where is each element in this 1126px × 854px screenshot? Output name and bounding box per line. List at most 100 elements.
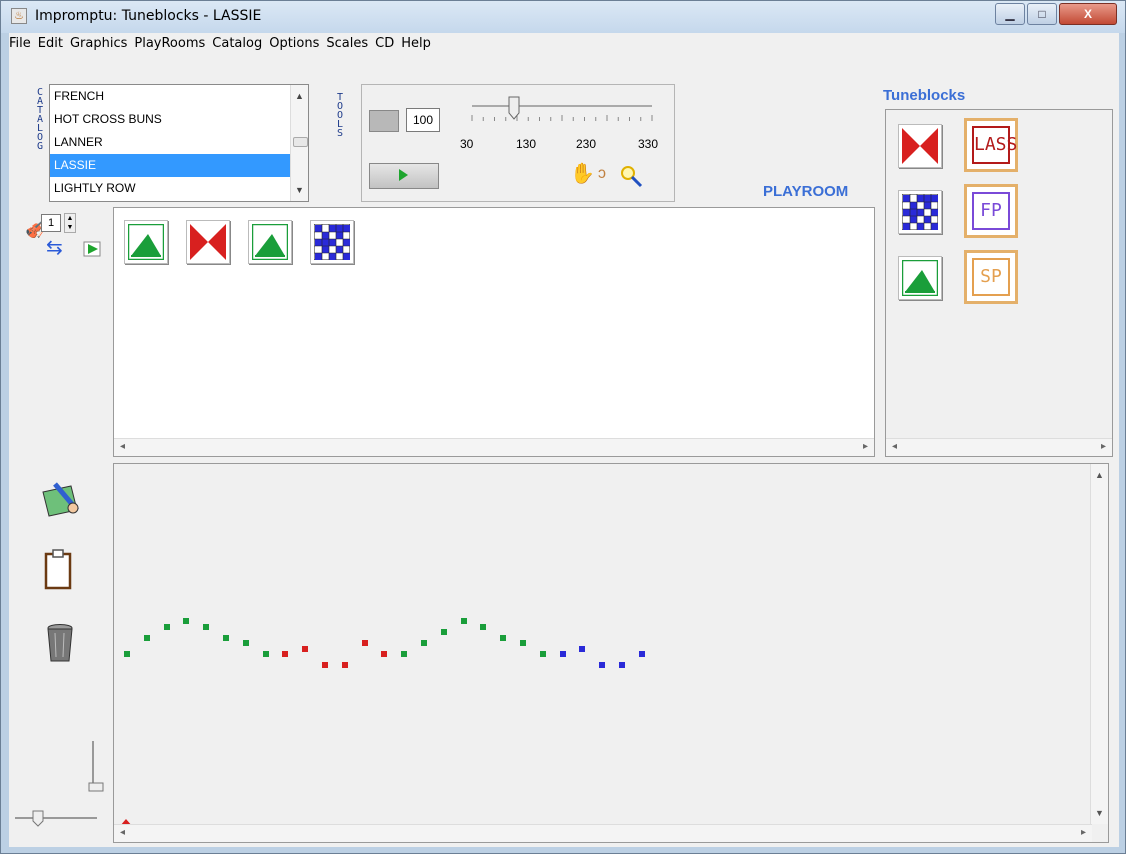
note-dot[interactable] bbox=[381, 651, 388, 657]
playroom-block-red-hourglass[interactable] bbox=[186, 220, 230, 264]
note-dot[interactable] bbox=[619, 662, 625, 668]
client-area: CATALOG FRENCH HOT CROSS BUNS LANNER LAS… bbox=[9, 55, 1119, 847]
catalog-item[interactable]: LIGHTLY ROW bbox=[50, 177, 290, 200]
tuneblocks-panel[interactable]: LASS FP SP ◂ ▸ bbox=[885, 109, 1113, 457]
scroll-thumb[interactable] bbox=[293, 137, 308, 147]
tempo-slider[interactable] bbox=[466, 91, 656, 131]
note-dot[interactable] bbox=[302, 645, 309, 652]
scroll-up-arrow-icon[interactable]: ▲ bbox=[1095, 470, 1104, 480]
magnifier-icon[interactable] bbox=[620, 165, 644, 189]
tune-block-lass[interactable]: LASS bbox=[964, 118, 1018, 172]
scroll-right-arrow-icon[interactable]: ▸ bbox=[863, 441, 868, 452]
note-dot[interactable] bbox=[282, 651, 289, 657]
tempo-tick-label: 230 bbox=[576, 137, 597, 151]
note-dot[interactable] bbox=[341, 662, 348, 668]
tempo-tick-label: 30 bbox=[460, 137, 474, 151]
clipboard-icon[interactable] bbox=[43, 549, 73, 591]
title-bar[interactable]: ♨ Impromptu: Tuneblocks - LASSIE ▁ □ X bbox=[1, 1, 1125, 33]
vertical-slider[interactable] bbox=[79, 739, 109, 799]
graph-hscrollbar[interactable]: ◂ ▸ bbox=[114, 824, 1092, 842]
minimize-button[interactable]: ▁ bbox=[995, 3, 1025, 25]
scroll-left-arrow-icon[interactable]: ◂ bbox=[892, 441, 897, 452]
playroom-hscrollbar[interactable]: ◂ ▸ bbox=[114, 438, 874, 456]
catalog-item[interactable]: LANNER bbox=[50, 131, 308, 154]
menu-graphics[interactable]: Graphics bbox=[70, 36, 127, 51]
playroom-block-green-triangle[interactable] bbox=[124, 220, 168, 264]
note-dot[interactable] bbox=[638, 651, 645, 657]
menu-cd[interactable]: CD bbox=[375, 36, 394, 51]
scroll-down-arrow-icon[interactable]: ▼ bbox=[295, 185, 304, 195]
menu-bar: File Edit Graphics PlayRooms Catalog Options S… bbox=[9, 33, 1119, 55]
note-dot[interactable] bbox=[124, 651, 130, 657]
note-dot[interactable] bbox=[579, 645, 586, 652]
spinner-icon[interactable]: ▲ ▼ bbox=[64, 213, 76, 233]
note-dot[interactable] bbox=[520, 640, 526, 646]
menu-edit[interactable]: Edit bbox=[38, 36, 63, 51]
tuneblock-green-triangle[interactable] bbox=[898, 256, 942, 300]
tempo-panel: 100 30 130 230 330 ✋ ↄ bbox=[361, 84, 675, 202]
note-dot[interactable] bbox=[440, 629, 447, 635]
edit-pencil-icon[interactable] bbox=[39, 480, 83, 520]
tuneblocks-hscrollbar[interactable]: ◂ ▸ bbox=[886, 438, 1112, 456]
note-dot[interactable] bbox=[183, 618, 190, 624]
note-dot[interactable] bbox=[203, 623, 210, 630]
metronome-button[interactable] bbox=[369, 110, 399, 132]
maximize-button[interactable]: □ bbox=[1027, 3, 1057, 25]
catalog-label: CATALOG bbox=[36, 87, 44, 152]
note-dot[interactable] bbox=[401, 651, 408, 657]
scroll-left-arrow-icon[interactable]: ◂ bbox=[120, 441, 125, 452]
tune-block-fp[interactable]: FP bbox=[964, 184, 1018, 238]
playroom-block-blue-grid[interactable] bbox=[310, 220, 354, 264]
note-dot[interactable] bbox=[322, 662, 328, 668]
note-dot[interactable] bbox=[163, 623, 170, 630]
tuneblock-red-hourglass[interactable] bbox=[898, 124, 942, 168]
menu-catalog[interactable]: Catalog bbox=[212, 36, 262, 51]
note-dot[interactable] bbox=[599, 662, 606, 668]
repeat-count[interactable]: 1 bbox=[41, 214, 61, 232]
note-dot[interactable] bbox=[539, 651, 546, 657]
scroll-left-arrow-icon[interactable]: ◂ bbox=[120, 827, 125, 838]
melody-graph-panel[interactable]: ◂ ▸ ▲ ▼ bbox=[113, 463, 1109, 843]
close-button[interactable]: X bbox=[1059, 3, 1117, 25]
menu-file[interactable]: File bbox=[9, 36, 31, 51]
scroll-down-arrow-icon[interactable]: ▼ bbox=[1095, 808, 1104, 818]
hand-icon[interactable]: ✋ bbox=[570, 161, 595, 186]
ear-icon[interactable]: ↄ bbox=[598, 165, 606, 183]
note-dot[interactable] bbox=[500, 634, 507, 641]
note-dot[interactable] bbox=[421, 640, 427, 646]
catalog-list[interactable]: FRENCH HOT CROSS BUNS LANNER LASSIE LIGH… bbox=[49, 84, 309, 202]
catalog-item[interactable]: HOT CROSS BUNS bbox=[50, 108, 308, 131]
tempo-value[interactable]: 100 bbox=[406, 108, 440, 132]
play-button[interactable] bbox=[369, 163, 439, 189]
scroll-up-arrow-icon[interactable]: ▲ bbox=[295, 91, 304, 101]
note-dot[interactable] bbox=[143, 634, 150, 641]
play-block-icon[interactable] bbox=[83, 241, 103, 257]
graph-vscrollbar[interactable]: ▲ ▼ bbox=[1090, 464, 1108, 824]
trash-can-icon[interactable] bbox=[45, 623, 75, 665]
tune-block-label: LASS bbox=[972, 126, 1017, 164]
note-dot[interactable] bbox=[480, 623, 487, 630]
playroom-block-green-triangle[interactable] bbox=[248, 220, 292, 264]
note-dot[interactable] bbox=[262, 651, 269, 657]
menu-help[interactable]: Help bbox=[401, 36, 431, 51]
note-dot[interactable] bbox=[242, 640, 249, 646]
tuneblock-blue-grid[interactable] bbox=[898, 190, 942, 234]
note-dot[interactable] bbox=[223, 634, 229, 641]
menu-playrooms[interactable]: PlayRooms bbox=[134, 36, 205, 51]
playroom-panel[interactable]: ◂ ▸ bbox=[113, 207, 875, 457]
note-dot[interactable] bbox=[361, 640, 368, 646]
window-title: Impromptu: Tuneblocks - LASSIE bbox=[35, 8, 262, 24]
scroll-right-arrow-icon[interactable]: ▸ bbox=[1081, 827, 1086, 838]
menu-options[interactable]: Options bbox=[269, 36, 319, 51]
tools-label: TOOLS bbox=[336, 92, 344, 139]
horizontal-slider[interactable] bbox=[11, 807, 101, 829]
catalog-item-selected[interactable]: LASSIE bbox=[50, 154, 308, 177]
catalog-item[interactable]: FRENCH bbox=[50, 85, 308, 108]
note-dot[interactable] bbox=[460, 618, 467, 624]
loop-icon[interactable]: ⇆ bbox=[46, 238, 63, 258]
menu-scales[interactable]: Scales bbox=[326, 36, 368, 51]
scroll-right-arrow-icon[interactable]: ▸ bbox=[1101, 441, 1106, 452]
tune-block-sp[interactable]: SP bbox=[964, 250, 1018, 304]
note-dot[interactable] bbox=[559, 651, 566, 657]
catalog-scrollbar[interactable]: ▲ ▼ bbox=[290, 85, 308, 201]
